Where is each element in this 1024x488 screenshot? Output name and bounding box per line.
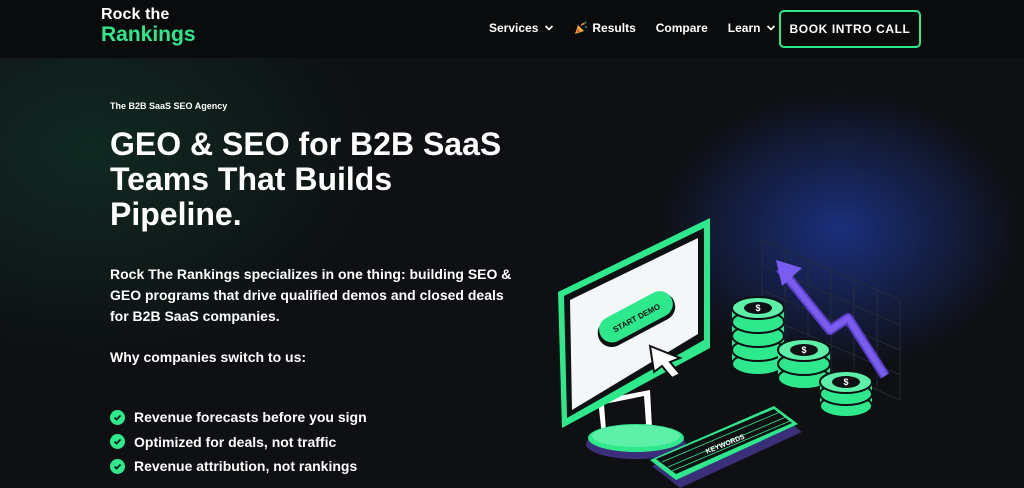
intro-line: for B2B SaaS companies. [110,308,280,324]
nav-item-results-label: Results [592,21,636,35]
chevron-down-icon [545,25,554,31]
chevron-down-icon [767,25,776,31]
dollar-icon: $ [843,377,848,387]
nav-item-compare[interactable]: Compare [656,21,708,35]
benefit-text: Revenue attribution, not rankings [134,458,358,475]
nav-item-compare-label: Compare [655,21,708,35]
headline-line: Teams That Builds [110,161,393,197]
coin-stack-right: $ [818,370,874,422]
party-popper-icon [575,21,588,34]
intro-line: GEO programs that drive qualified demos … [110,287,504,303]
check-circle-icon [110,409,125,425]
logo-line-1: Rock the [101,6,170,23]
dollar-icon: $ [755,303,760,313]
top-nav: Rock the Rankings Services Results Compa… [0,0,1024,58]
benefit-item: Optimized for deals, not traffic [110,430,367,455]
site-logo[interactable]: Rock the Rankings [101,6,196,46]
page: Rock the Rankings Services Results Compa… [0,0,1024,488]
intro-line: Rock The Rankings specializes in one thi… [110,266,512,282]
nav-item-learn[interactable]: Learn [728,21,777,35]
hero-eyebrow: The B2B SaaS SEO Agency [110,101,228,111]
headline-line: Pipeline. [110,196,242,232]
hero-illustration: START DEMO $ $ $ KEYWORDS [558,218,901,488]
benefit-item: Revenue attribution, not rankings [110,454,367,479]
coin-stack-left: $ [730,296,786,380]
logo-line-2: Rankings [101,23,196,46]
why-heading: Why companies switch to us: [110,349,307,365]
benefits-list: Revenue forecasts before you sign Optimi… [110,405,367,479]
book-intro-call-button[interactable]: BOOK INTRO CALL [779,10,921,48]
nav-item-learn-label: Learn [727,21,761,35]
main-menu: Services Results Compare Learn [489,21,796,35]
benefit-item: Revenue forecasts before you sign [110,405,367,430]
benefit-text: Revenue forecasts before you sign [134,409,367,426]
headline-line: GEO & SEO for B2B SaaS [110,126,502,162]
nav-item-services[interactable]: Services [489,21,554,35]
benefit-text: Optimized for deals, not traffic [134,433,337,450]
check-circle-icon [110,434,125,450]
hero-intro: Rock The Rankings specializes in one thi… [110,264,560,327]
nav-item-services-label: Services [489,21,539,35]
dollar-icon: $ [801,345,806,355]
nav-item-results[interactable]: Results [574,21,636,35]
check-circle-icon [110,458,125,474]
hero-headline: GEO & SEO for B2B SaaS Teams That Builds… [110,127,570,232]
